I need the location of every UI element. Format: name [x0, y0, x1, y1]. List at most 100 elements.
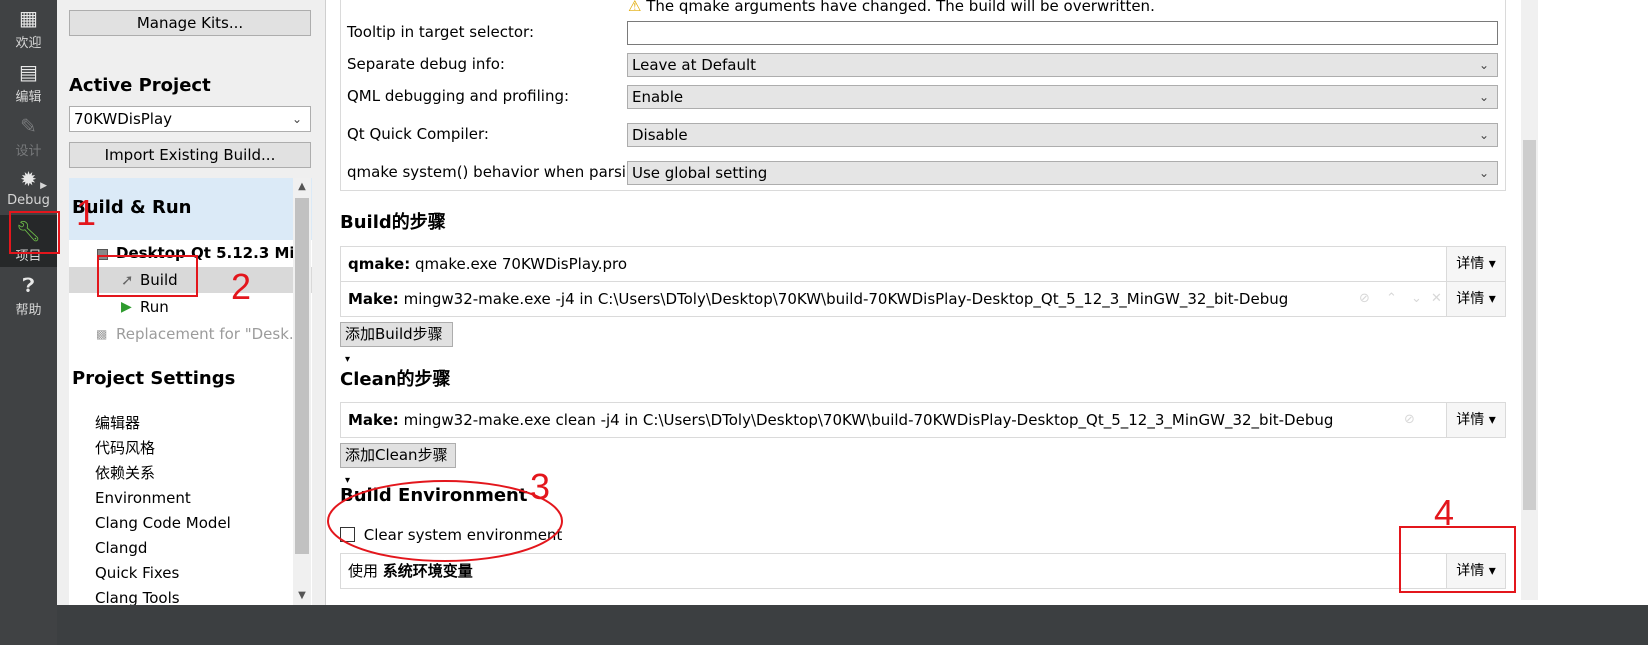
replacement-kit-icon: ▩ — [96, 327, 108, 341]
mode-design-label: 设计 — [15, 144, 42, 159]
add-build-step-button[interactable]: 添加Build步骤 ▾ — [340, 322, 453, 365]
step-tool: qmake: — [348, 255, 411, 273]
settings-item-quick-fixes[interactable]: Quick Fixes — [95, 561, 231, 586]
scroll-down-icon[interactable]: ▼ — [293, 587, 311, 605]
tree-item-run[interactable]: ▶ Run — [69, 294, 312, 320]
annotation-number-3: 3 — [530, 466, 551, 507]
output-pane-strip — [57, 605, 1648, 645]
chevron-down-icon: ⌄ — [291, 112, 302, 126]
manage-kits-button[interactable]: Manage Kits... — [69, 10, 311, 36]
chevron-down-icon: ⌄ — [1478, 128, 1489, 142]
settings-item-dependencies[interactable]: 依赖关系 — [95, 461, 231, 486]
chevron-down-icon: ⌄ — [1478, 90, 1489, 104]
project-tree: Build & Run Desktop Qt 5.12.3 Min... ➚ B… — [69, 178, 312, 605]
disable-step-icon[interactable]: ⊘ — [1404, 403, 1415, 437]
settings-item-clang-code-model[interactable]: Clang Code Model — [95, 511, 231, 536]
move-up-icon[interactable]: ⌃ — [1386, 282, 1397, 316]
mode-help[interactable]: ❓︎ 帮助 — [0, 269, 57, 321]
tree-item-replacement[interactable]: ▩ Replacement for "Desk... — [69, 321, 312, 347]
mode-welcome-label: 欢迎 — [15, 36, 42, 51]
mode-bar: ▦ 欢迎 ▤ 编辑 ✎ 设计 ✹ ▶ Debug 🔧︎ 项目 ❓︎ 帮助 — [0, 0, 57, 645]
add-build-step-label: 添加Build步骤 — [345, 325, 443, 343]
separate-debug-value: Leave at Default — [632, 56, 757, 74]
caret-down-icon: ▾ — [1488, 291, 1496, 307]
scrollbar-thumb[interactable] — [295, 198, 309, 554]
mode-design[interactable]: ✎ 设计 — [0, 110, 57, 162]
document-icon: ▤ — [19, 60, 38, 84]
qml-debug-label: QML debugging and profiling: — [347, 87, 570, 105]
active-project-select[interactable]: 70KWDisPlay ⌄ — [69, 106, 311, 132]
details-label: 详情 — [1456, 291, 1485, 307]
qt-quick-compiler-label: Qt Quick Compiler: — [347, 125, 489, 143]
add-clean-step-label: 添加Clean步骤 — [345, 446, 448, 464]
add-clean-step-button[interactable]: 添加Clean步骤 ▾ — [340, 443, 456, 486]
caret-down-icon: ▾ — [1488, 256, 1496, 272]
details-button[interactable]: 详情 ▾ — [1446, 247, 1505, 281]
main-scrollbar[interactable] — [1521, 0, 1538, 600]
disable-step-icon[interactable]: ⊘ — [1359, 282, 1370, 316]
warning-icon: ⚠ — [628, 0, 642, 15]
project-settings-heading: Project Settings — [72, 368, 236, 389]
caret-down-icon: ▾ — [1488, 412, 1496, 428]
step-tool: Make: — [348, 411, 399, 429]
qmake-system-value: Use global setting — [632, 164, 768, 182]
separate-debug-label: Separate debug info: — [347, 55, 505, 73]
step-args: qmake.exe 70KWDisPlay.pro — [415, 255, 628, 273]
qml-debug-select[interactable]: Enable ⌄ — [627, 85, 1498, 109]
annotation-box-2 — [97, 255, 198, 297]
annotation-number-4: 4 — [1434, 492, 1455, 533]
import-existing-build-button[interactable]: Import Existing Build... — [69, 142, 311, 168]
pencil-icon: ✎ — [20, 114, 37, 138]
settings-item-code-style[interactable]: 代码风格 — [95, 436, 231, 461]
mode-help-label: 帮助 — [15, 303, 42, 318]
project-settings-list: 编辑器 代码风格 依赖关系 Environment Clang Code Mod… — [95, 411, 231, 605]
mode-edit[interactable]: ▤ 编辑 — [0, 56, 57, 108]
qt-quick-compiler-select[interactable]: Disable ⌄ — [627, 123, 1498, 147]
run-item-label: Run — [140, 298, 169, 316]
details-button[interactable]: 详情 ▾ — [1446, 403, 1505, 437]
tooltip-label: Tooltip in target selector: — [347, 23, 534, 41]
build-step-qmake: qmake: qmake.exe 70KWDisPlay.pro 详情 ▾ — [340, 246, 1506, 282]
qmake-warning: ⚠ The qmake arguments have changed. The … — [628, 0, 1155, 15]
caret-down-icon: ▾ — [345, 354, 351, 365]
scrollbar-thumb[interactable] — [1523, 140, 1536, 510]
mode-debug-label: Debug — [7, 193, 50, 208]
grid-icon: ▦ — [19, 6, 38, 30]
mode-edit-label: 编辑 — [15, 90, 42, 105]
qml-debug-value: Enable — [632, 88, 684, 106]
annotation-number-2: 2 — [231, 266, 252, 307]
build-steps-heading: Build的步骤 — [340, 212, 446, 233]
details-button[interactable]: 详情 ▾ — [1446, 282, 1505, 316]
qmake-system-select[interactable]: Use global setting ⌄ — [627, 161, 1498, 185]
settings-item-clangd[interactable]: Clangd — [95, 536, 231, 561]
clean-step-make: Make: mingw32-make.exe clean -j4 in C:\U… — [340, 402, 1506, 438]
chevron-down-icon: ⌄ — [1478, 58, 1489, 72]
chevron-down-icon: ⌄ — [1478, 166, 1489, 180]
annotation-box-4 — [1399, 526, 1516, 593]
warning-text: The qmake arguments have changed. The bu… — [646, 0, 1155, 15]
tree-item-build-run[interactable]: Build & Run — [69, 178, 312, 240]
help-icon: ❓︎ — [22, 273, 35, 297]
step-args: mingw32-make.exe -j4 in C:\Users\DToly\D… — [403, 290, 1289, 308]
tooltip-input[interactable] — [627, 21, 1498, 45]
sidebar-scrollbar[interactable]: ▲ ▼ — [293, 178, 311, 605]
move-down-icon[interactable]: ⌄ — [1411, 282, 1422, 316]
active-project-value: 70KWDisPlay — [74, 110, 173, 128]
qt-quick-compiler-value: Disable — [632, 126, 688, 144]
settings-item-editor[interactable]: 编辑器 — [95, 411, 231, 436]
scroll-up-icon[interactable]: ▲ — [293, 178, 311, 196]
settings-item-clang-tools[interactable]: Clang Tools — [95, 586, 231, 605]
replacement-item-label: Replacement for "Desk... — [116, 325, 304, 343]
step-args: mingw32-make.exe clean -j4 in C:\Users\D… — [403, 411, 1334, 429]
run-play-icon: ▶ — [121, 299, 132, 315]
build-step-make: Make: mingw32-make.exe -j4 in C:\Users\D… — [340, 281, 1506, 317]
remove-step-icon[interactable]: ✕ — [1431, 282, 1442, 316]
mode-debug[interactable]: ✹ ▶ Debug — [0, 163, 57, 215]
step-tool: Make: — [348, 290, 399, 308]
details-label: 详情 — [1456, 256, 1485, 272]
annotation-number-1: 1 — [76, 192, 97, 233]
settings-item-environment[interactable]: Environment — [95, 486, 231, 511]
mode-welcome[interactable]: ▦ 欢迎 — [0, 2, 57, 54]
separate-debug-select[interactable]: Leave at Default ⌄ — [627, 53, 1498, 77]
clean-steps-heading: Clean的步骤 — [340, 369, 451, 390]
